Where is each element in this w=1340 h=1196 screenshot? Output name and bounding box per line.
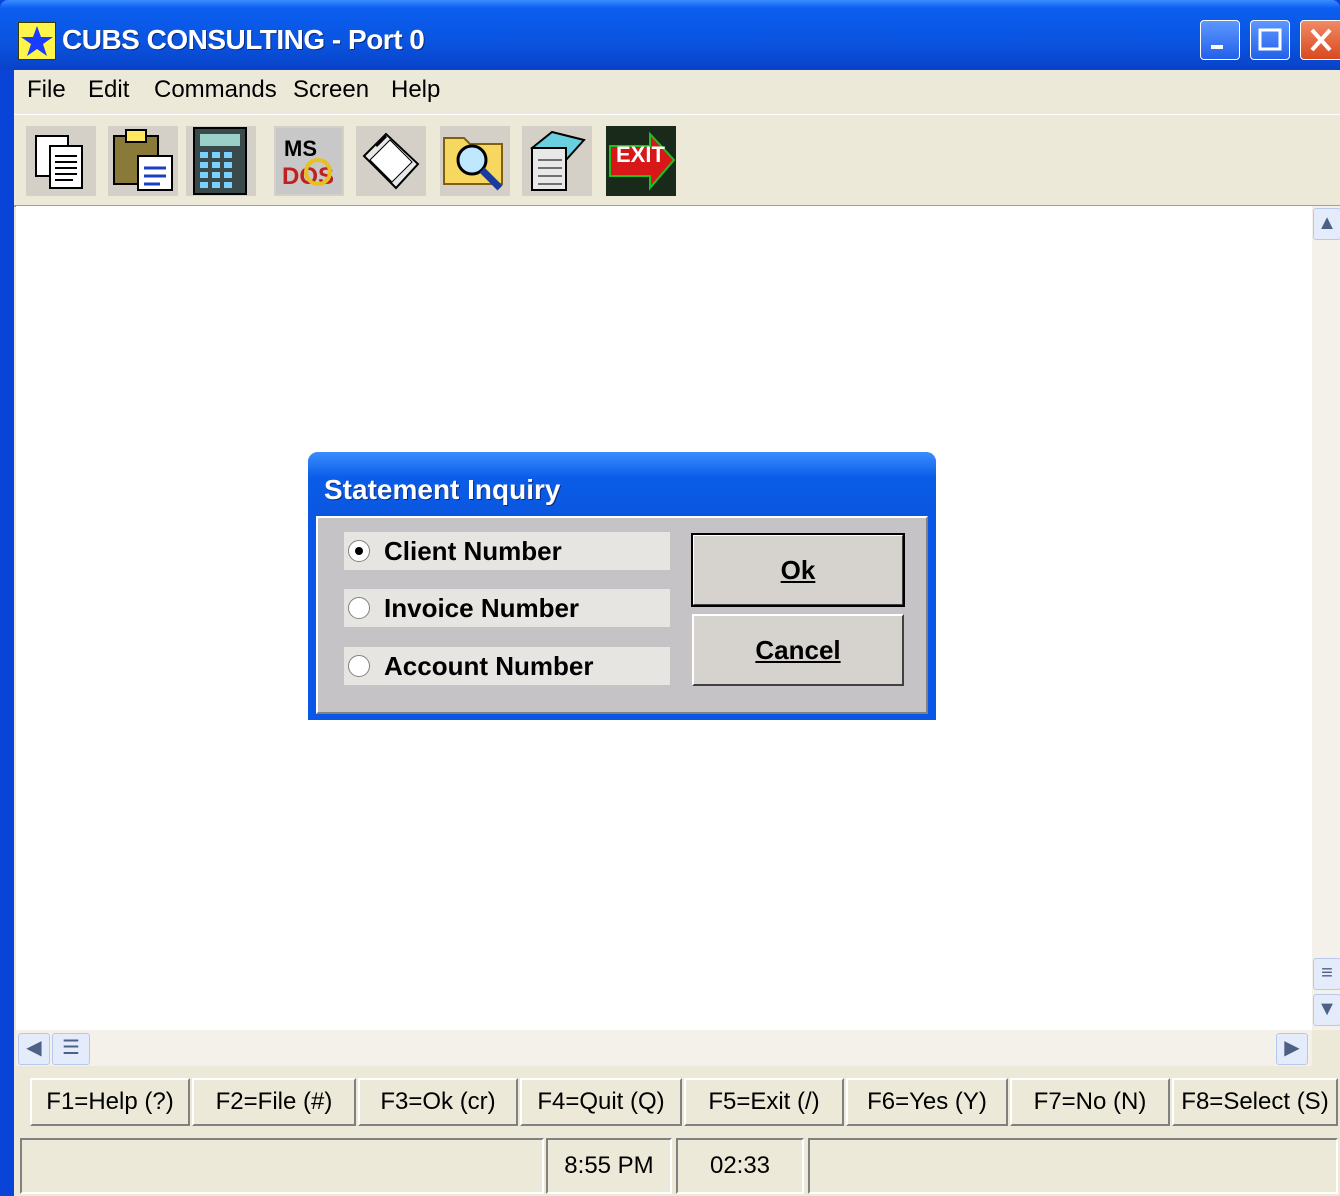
calculator-button[interactable]	[186, 126, 256, 196]
ok-button[interactable]: Ok	[691, 533, 905, 607]
cancel-button-label: Cancel	[755, 635, 841, 665]
chevron-right-icon: ▶	[1284, 1037, 1300, 1059]
star-app-icon[interactable]	[18, 22, 56, 60]
status-panel-message	[20, 1138, 544, 1194]
vertical-scroll-thumb[interactable]: ≡	[1313, 958, 1340, 990]
notepad-icon	[529, 130, 586, 191]
f2-file-button[interactable]: F2=File (#)	[192, 1078, 356, 1126]
menu-commands[interactable]: Commands	[154, 76, 277, 104]
chevron-down-icon: ▼	[1317, 998, 1337, 1020]
exit-icon-label: EXIT	[616, 142, 665, 167]
window-title: CUBS CONSULTING - Port 0	[62, 24, 425, 55]
f8-select-button[interactable]: F8=Select (S)	[1172, 1078, 1338, 1126]
ms-dos-button[interactable]: MS DOS	[274, 126, 344, 196]
ok-button-label: Ok	[780, 555, 816, 585]
status-time: 8:55 PM	[546, 1138, 672, 1194]
scroll-left-button[interactable]: ◀	[18, 1033, 50, 1065]
chevron-up-icon: ▲	[1317, 212, 1337, 234]
option-label: Client Number	[384, 536, 562, 566]
notepad-button[interactable]	[522, 126, 592, 196]
copy-button[interactable]	[26, 126, 96, 196]
minimize-button[interactable]	[1200, 20, 1240, 60]
printer-icon	[362, 132, 420, 190]
scroll-down-button[interactable]: ▼	[1313, 994, 1340, 1026]
horizontal-scroll-thumb[interactable]: ☰	[52, 1033, 90, 1065]
f3-ok-button[interactable]: F3=Ok (cr)	[358, 1078, 518, 1126]
paste-button[interactable]	[108, 126, 178, 196]
maximize-button[interactable]	[1250, 20, 1290, 60]
status-panel-extra	[808, 1138, 1338, 1194]
f7-no-button[interactable]: F7=No (N)	[1010, 1078, 1170, 1126]
ms-dos-icon: MS DOS	[276, 128, 342, 194]
radio-account-number[interactable]	[348, 655, 370, 677]
calculator-icon	[193, 127, 247, 195]
svg-text:MS: MS	[284, 136, 317, 161]
option-label: Invoice Number	[384, 593, 580, 623]
cancel-button[interactable]: Cancel	[692, 614, 904, 686]
find-button[interactable]	[440, 126, 510, 196]
dialog-title: Statement Inquiry	[324, 474, 561, 505]
paste-clipboard-icon	[113, 129, 173, 191]
copy-document-icon	[35, 135, 83, 189]
menu-help[interactable]: Help	[391, 76, 440, 104]
radio-selected-dot	[355, 547, 363, 555]
f5-exit-button[interactable]: F5=Exit (/)	[684, 1078, 844, 1126]
f1-help-button[interactable]: F1=Help (?)	[30, 1078, 190, 1126]
radio-invoice-number[interactable]	[348, 597, 370, 619]
scroll-right-button[interactable]: ▶	[1276, 1033, 1308, 1065]
print-button[interactable]	[356, 126, 426, 196]
status-elapsed: 02:33	[676, 1138, 804, 1194]
window-border	[0, 70, 14, 1196]
close-button[interactable]	[1300, 20, 1340, 60]
scroll-up-button[interactable]: ▲	[1313, 208, 1340, 240]
grip-icon: ≡	[1321, 962, 1333, 984]
horizontal-scrollbar[interactable]	[16, 1030, 1312, 1066]
chevron-left-icon: ◀	[26, 1037, 42, 1059]
menu-screen[interactable]: Screen	[293, 76, 369, 104]
menu-file[interactable]: File	[27, 76, 66, 104]
vertical-scrollbar[interactable]	[1312, 206, 1340, 1030]
folder-search-icon	[443, 137, 503, 191]
f4-quit-button[interactable]: F4=Quit (Q)	[520, 1078, 682, 1126]
option-label: Account Number	[384, 651, 594, 681]
menu-edit[interactable]: Edit	[88, 76, 129, 104]
grip-icon: ☰	[62, 1037, 80, 1059]
f6-yes-button[interactable]: F6=Yes (Y)	[846, 1078, 1008, 1126]
